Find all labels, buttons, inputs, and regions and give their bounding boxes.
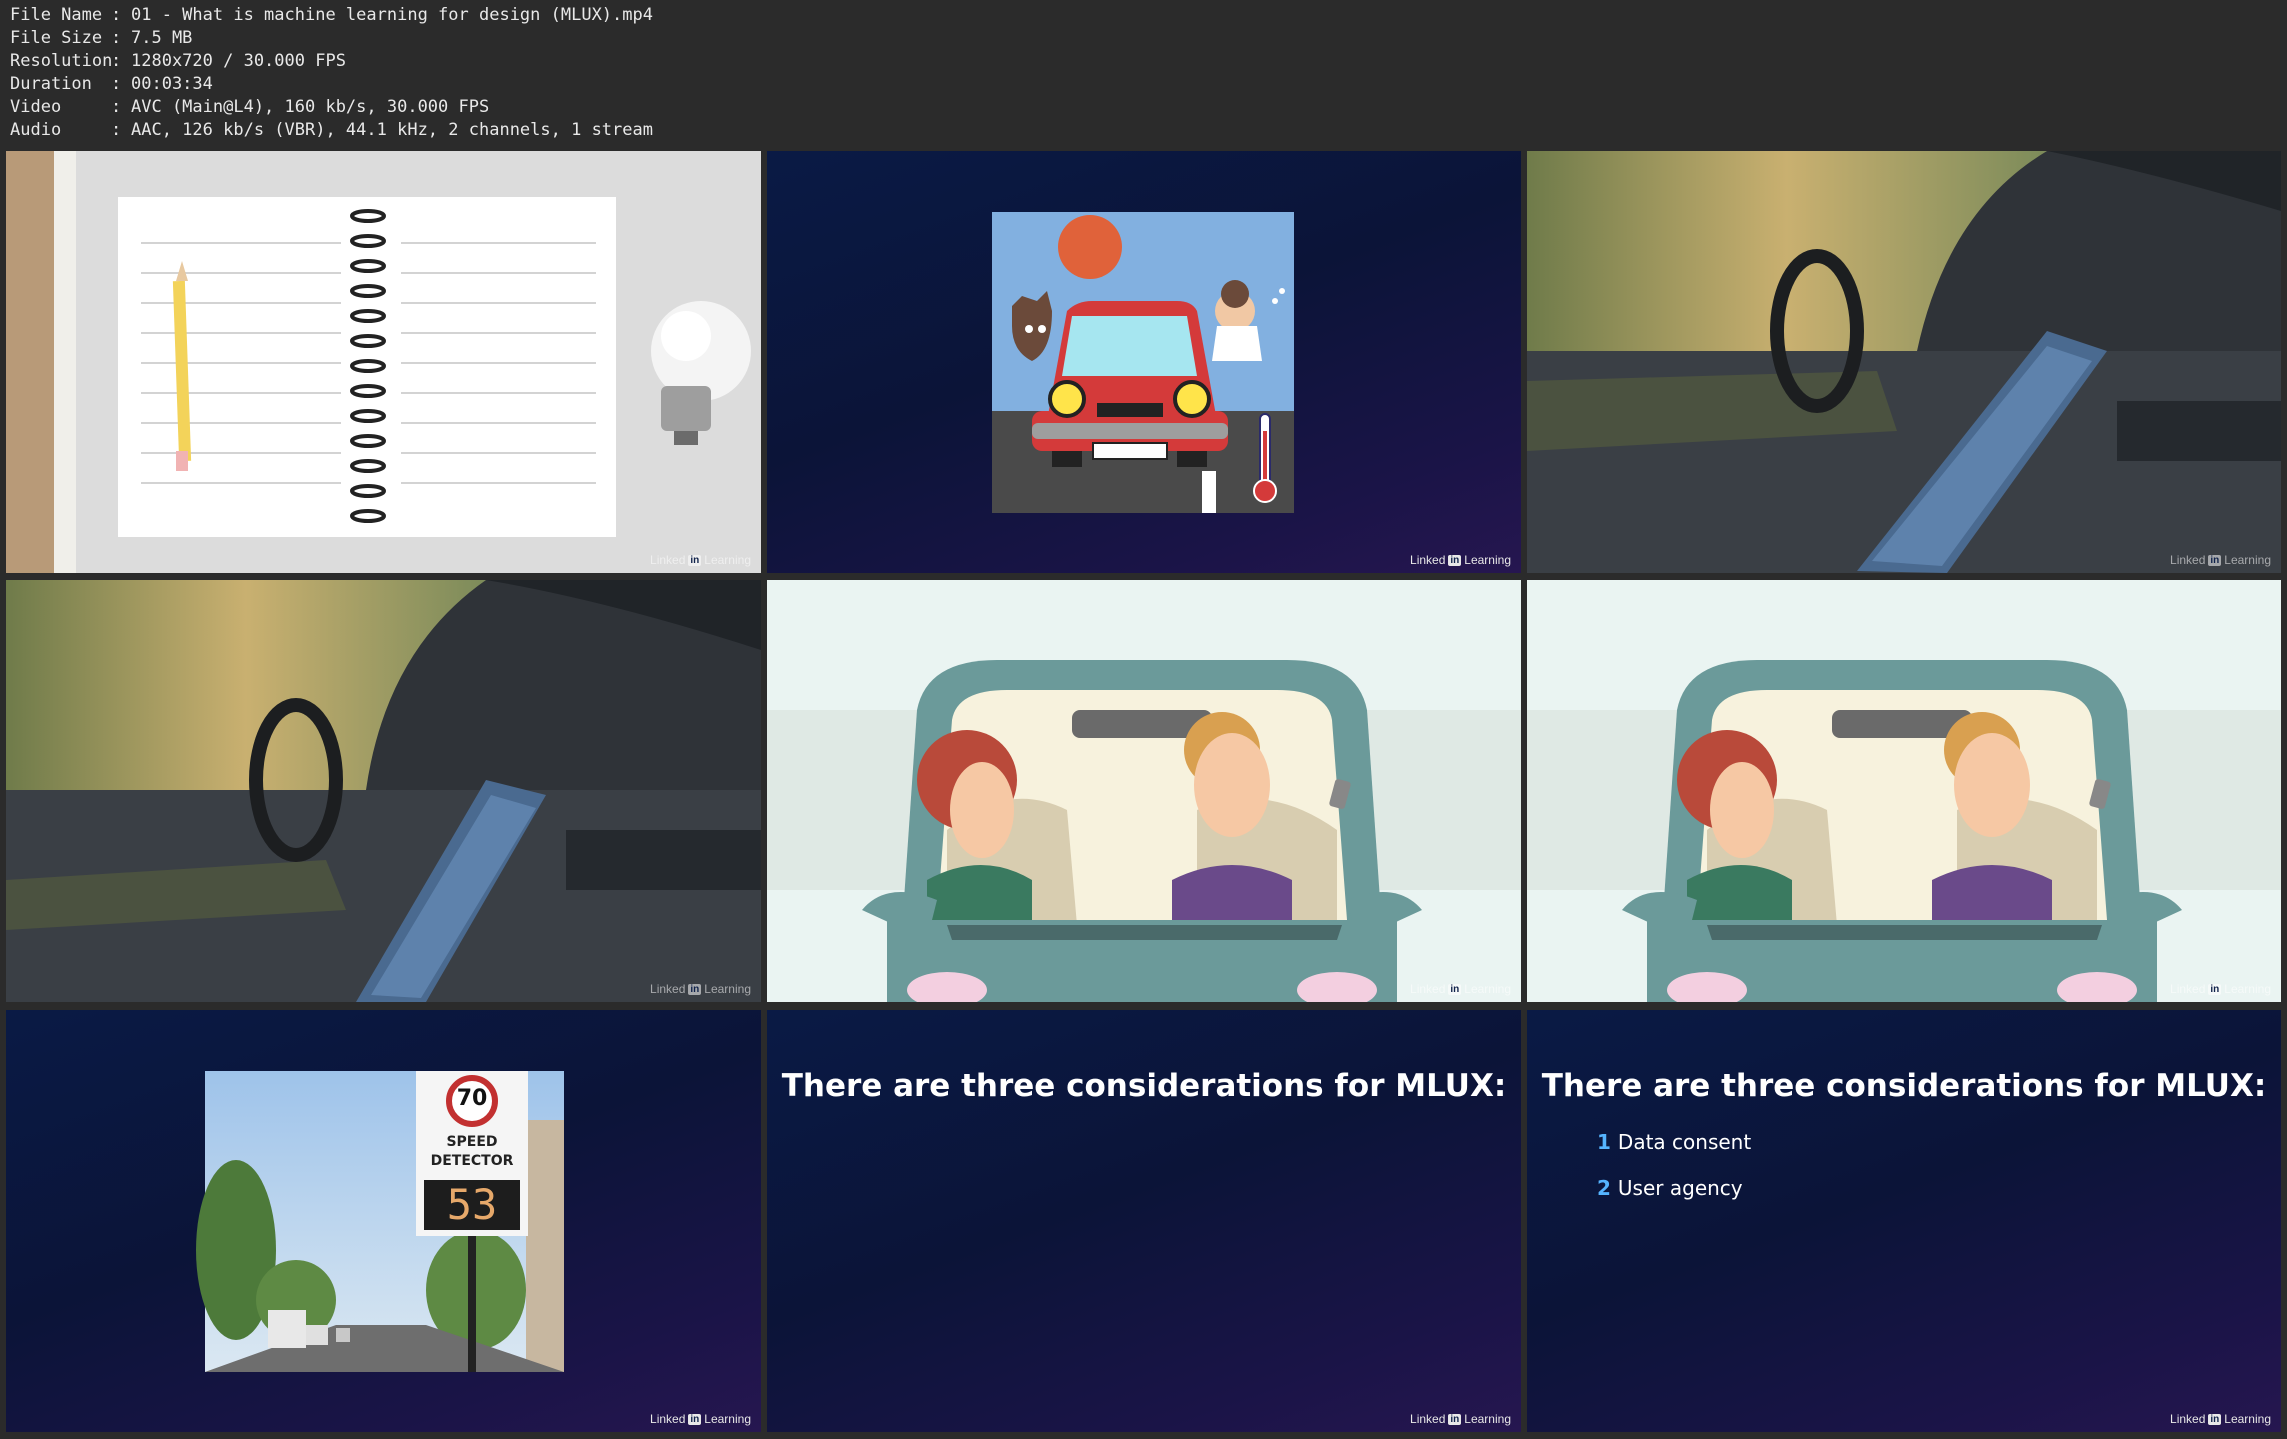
thumbnail-title-slide[interactable]: There are three considerations for MLUX:… [767,1010,1521,1432]
watermark-linked: Linked [2170,982,2206,996]
hot-car-cartoon-icon [992,212,1294,513]
file-info-row: File Size:7.5 MB [10,27,653,50]
consideration-label: User agency [1617,1176,1743,1200]
thumbnail-notebook[interactable]: Linked in Learning [6,151,761,573]
driver-touchscreen-photo-icon [1527,151,2281,573]
consideration-number: 2 [1597,1176,1611,1200]
driver-touchscreen-photo-icon [6,580,761,1002]
consideration-item: 1 Data consent [1597,1130,1751,1154]
watermark-linked: Linked [2170,1412,2206,1426]
consideration-item: 2 User agency [1597,1176,1743,1200]
file-info-value: AAC, 126 kb/s (VBR), 44.1 kHz, 2 channel… [131,120,653,140]
file-info-separator: : [111,120,122,140]
file-info-value: 7.5 MB [131,28,193,48]
linkedin-logo-icon: in [1448,983,1462,995]
watermark-learning: Learning [2224,1412,2271,1426]
watermark-learning: Learning [2224,982,2271,996]
file-info-key: Duration [10,74,92,94]
consideration-label: Data consent [1617,1130,1752,1154]
distracted-drivers-cartoon-icon [1527,580,2281,1002]
watermark-learning: Learning [2224,553,2271,567]
slide-title: There are three considerations for MLUX: [781,1068,1507,1104]
file-info-value: 00:03:34 [131,74,213,94]
linkedin-learning-watermark: Linked in Learning [2170,1412,2271,1426]
watermark-learning: Learning [1464,982,1511,996]
linkedin-logo-icon: in [1448,1413,1462,1425]
watermark-linked: Linked [650,553,686,567]
slide-title: There are three considerations for MLUX: [1541,1068,2267,1104]
watermark-learning: Learning [704,982,751,996]
watermark-linked: Linked [650,1412,686,1426]
file-info-key: Resolution [10,51,113,71]
linkedin-learning-watermark: Linked in Learning [650,1412,751,1426]
file-info-separator: : [111,51,122,71]
linkedin-logo-icon: in [688,554,702,566]
distracted-drivers-cartoon-icon [767,580,1521,1002]
watermark-linked: Linked [1410,553,1446,567]
thumbnail-speed-detector[interactable]: 70 SPEED DETECTOR 53 Linked in Learning [6,1010,761,1432]
linkedin-logo-icon: in [2208,983,2222,995]
file-info-key: File Name [10,5,103,25]
linkedin-learning-watermark: Linked in Learning [1410,553,1511,567]
watermark-learning: Learning [1464,1412,1511,1426]
file-info-row: Audio: AAC, 126 kb/s (VBR), 44.1 kHz, 2 c… [10,119,653,142]
linkedin-learning-watermark: Linked in Learning [1410,1412,1511,1426]
thumbnail-driver-touchscreen-2[interactable]: Linked in Learning [6,580,761,1002]
speed-label-line2: DETECTOR [430,1153,514,1169]
file-info-key: Video [10,97,62,117]
file-info-separator: : [111,5,122,25]
linkedin-learning-watermark: Linked in Learning [650,553,751,567]
thumbnail-considerations-slide[interactable]: There are three considerations for MLUX:… [1527,1010,2281,1432]
file-info-separator: : [111,28,122,48]
watermark-learning: Learning [704,1412,751,1426]
thumbnail-distracted-drivers-2[interactable]: Linked in Learning [1527,580,2281,1002]
thumbnail-driver-touchscreen[interactable]: Linked in Learning [1527,151,2281,573]
consideration-number: 1 [1597,1130,1611,1154]
watermark-linked: Linked [2170,553,2206,567]
speed-limit-sign: 70 [456,1086,488,1111]
linkedin-learning-watermark: Linked in Learning [2170,553,2271,567]
file-info-row: File Name:01 - What is machine learning … [10,4,653,27]
file-info-row: Resolution:1280x720 / 30.000 FPS [10,50,653,73]
linkedin-logo-icon: in [688,983,702,995]
file-info-panel: File Name:01 - What is machine learning … [10,4,653,142]
watermark-linked: Linked [1410,982,1446,996]
linkedin-learning-watermark: Linked in Learning [1410,982,1511,996]
file-info-row: Duration:00:03:34 [10,73,653,96]
watermark-linked: Linked [1410,1412,1446,1426]
linkedin-logo-icon: in [2208,1413,2222,1425]
watermark-learning: Learning [1464,553,1511,567]
file-info-value: AVC (Main@L4), 160 kb/s, 30.000 FPS [131,97,490,117]
speed-detector-photo-icon [196,1071,564,1372]
speed-label-line1: SPEED [446,1134,498,1150]
linkedin-logo-icon: in [1448,554,1462,566]
speed-reading: 53 [446,1180,498,1229]
thumbnail-distracted-drivers[interactable]: Linked in Learning [767,580,1521,1002]
linkedin-logo-icon: in [2208,554,2222,566]
linkedin-logo-icon: in [688,1413,702,1425]
file-info-value: 1280x720 / 30.000 FPS [131,51,346,71]
watermark-linked: Linked [650,982,686,996]
watermark-learning: Learning [704,553,751,567]
notebook-pencil-bulb-icon [6,151,761,573]
file-info-value: 01 - What is machine learning for design… [131,5,653,25]
thumbnail-hot-car[interactable]: Linked in Learning [767,151,1521,573]
file-info-separator: : [111,74,122,94]
file-info-row: Video: AVC (Main@L4), 160 kb/s, 30.000 FP… [10,96,653,119]
file-info-key: Audio [10,120,62,140]
file-info-separator: : [111,97,122,117]
linkedin-learning-watermark: Linked in Learning [650,982,751,996]
linkedin-learning-watermark: Linked in Learning [2170,982,2271,996]
file-info-key: File Size [10,28,103,48]
